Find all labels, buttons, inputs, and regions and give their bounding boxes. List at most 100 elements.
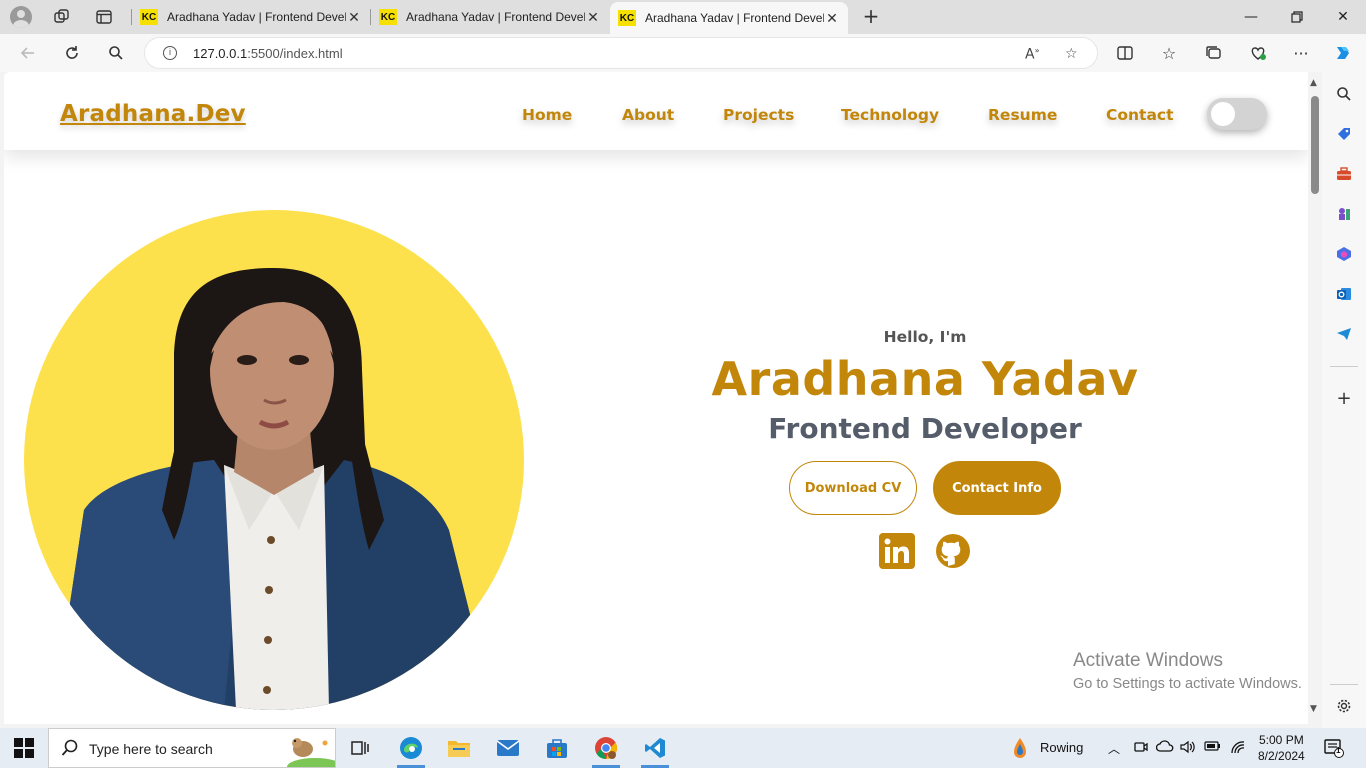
close-tab-icon[interactable]: ✕	[346, 9, 362, 26]
page-scrollbar[interactable]: ▲ ▼	[1308, 72, 1322, 724]
url-host: 127.0.0.1	[193, 46, 248, 61]
nav-link-about[interactable]: About	[622, 106, 674, 124]
github-icon[interactable]	[935, 533, 971, 569]
close-window-icon[interactable]: ✕	[1320, 0, 1366, 34]
back-icon[interactable]	[17, 42, 39, 64]
favorites-icon[interactable]: ☆	[1158, 42, 1180, 64]
refresh-icon[interactable]	[61, 42, 83, 64]
minimize-icon[interactable]: —	[1228, 0, 1274, 34]
more-options-icon[interactable]: ···	[1290, 42, 1312, 64]
contact-info-button[interactable]: Contact Info	[933, 461, 1061, 515]
url-path: :5500/index.html	[247, 46, 343, 61]
hero-buttons: Download CV Contact Info	[624, 461, 1226, 515]
tab-title: Aradhana Yadav | Frontend Developer	[406, 10, 585, 24]
page-viewport: Aradhana.Dev Home About Projects Technol…	[4, 72, 1308, 724]
greeting-text: Hello, I'm	[883, 328, 967, 346]
scrollbar-thumb[interactable]	[1311, 96, 1319, 194]
edge-browser-icon[interactable]	[397, 734, 425, 768]
telegram-send-icon[interactable]	[1334, 324, 1354, 344]
restore-icon[interactable]	[1274, 0, 1320, 34]
chrome-icon[interactable]	[592, 734, 620, 768]
tab-title: Aradhana Yadav | Frontend Developer	[645, 11, 824, 25]
site-info-icon[interactable]: i	[163, 46, 177, 60]
windows-start-icon[interactable]	[14, 738, 34, 758]
nav-link-resume[interactable]: Resume	[988, 106, 1057, 124]
linkedin-icon[interactable]	[879, 533, 915, 569]
theme-toggle[interactable]	[1207, 98, 1267, 130]
notification-center-icon[interactable]: 1	[1324, 738, 1344, 761]
collections-icon[interactable]	[1202, 42, 1224, 64]
search-icon[interactable]	[105, 42, 127, 64]
show-hidden-icons-icon[interactable]: ︿	[1108, 740, 1120, 757]
edge-sidebar: +	[1322, 72, 1366, 728]
browser-tab[interactable]: KC Aradhana Yadav | Frontend Developer ✕	[132, 0, 370, 34]
profile-photo-illustration	[54, 268, 474, 710]
read-aloud-icon[interactable]: A»	[1025, 46, 1039, 63]
games-icon[interactable]	[1334, 204, 1354, 224]
browser-essentials-icon[interactable]	[1247, 42, 1269, 64]
network-icon[interactable]	[1230, 740, 1246, 757]
hero-role: Frontend Developer	[768, 412, 1082, 445]
close-tab-icon[interactable]: ✕	[824, 10, 840, 27]
meet-now-icon[interactable]	[1134, 740, 1148, 757]
windows-taskbar: Type here to search Rowing ︿ 5:00 PM 8/2…	[0, 728, 1366, 768]
sidebar-search-icon[interactable]	[1334, 84, 1354, 104]
social-links	[624, 533, 1226, 569]
toggle-knob	[1211, 102, 1235, 126]
battery-icon[interactable]	[1204, 740, 1222, 755]
site-header: Aradhana.Dev Home About Projects Technol…	[4, 72, 1308, 150]
outlook-icon[interactable]	[1334, 284, 1354, 304]
split-screen-icon[interactable]	[1114, 42, 1136, 64]
hero-name: Aradhana Yadav	[711, 352, 1139, 406]
nav-link-projects[interactable]: Projects	[723, 106, 794, 124]
clock-date: 8/2/2024	[1258, 749, 1305, 763]
weather-rowing-icon[interactable]	[1006, 734, 1034, 762]
profile-photo	[24, 210, 524, 710]
vscode-icon[interactable]	[641, 734, 669, 768]
nav-link-technology[interactable]: Technology	[841, 106, 939, 124]
address-bar[interactable]: i 127.0.0.1:5500/index.html A» ☆	[144, 37, 1098, 69]
workspaces-icon[interactable]	[53, 8, 71, 26]
nav-link-home[interactable]: Home	[522, 106, 572, 124]
onedrive-cloud-icon[interactable]	[1155, 740, 1174, 755]
sidebar-settings-gear-icon[interactable]	[1334, 696, 1354, 716]
browser-toolbar: i 127.0.0.1:5500/index.html A» ☆ ☆ ···	[0, 34, 1366, 72]
mail-icon[interactable]	[494, 734, 522, 762]
microsoft-365-icon[interactable]	[1334, 244, 1354, 264]
volume-icon[interactable]	[1180, 740, 1196, 757]
browser-tab-strip: KC Aradhana Yadav | Frontend Developer ✕…	[0, 0, 1366, 34]
tab-actions-icon[interactable]	[95, 8, 113, 26]
taskbar-search[interactable]: Type here to search	[48, 728, 336, 768]
url-text[interactable]: 127.0.0.1:5500/index.html	[193, 46, 343, 61]
browser-tab-active[interactable]: KC Aradhana Yadav | Frontend Developer ✕	[610, 2, 848, 34]
system-clock[interactable]: 5:00 PM 8/2/2024	[1258, 732, 1305, 764]
file-explorer-icon[interactable]	[445, 734, 473, 762]
taskbar-search-icon	[61, 739, 78, 756]
close-tab-icon[interactable]: ✕	[585, 9, 601, 26]
new-tab-icon[interactable]: +	[860, 6, 882, 28]
copilot-icon[interactable]	[1332, 42, 1354, 64]
favorite-star-icon[interactable]: ☆	[1065, 46, 1078, 62]
sidebar-divider	[1330, 684, 1358, 685]
scroll-down-icon[interactable]: ▼	[1310, 704, 1317, 714]
nav-link-contact[interactable]: Contact	[1106, 106, 1174, 124]
taskbar-search-placeholder: Type here to search	[89, 741, 213, 757]
weather-text[interactable]: Rowing	[1040, 740, 1083, 755]
microsoft-store-icon[interactable]	[543, 734, 571, 762]
activate-windows-watermark: Activate Windows Go to Settings to activ…	[1073, 650, 1302, 692]
tools-briefcase-icon[interactable]	[1334, 164, 1354, 184]
site-logo[interactable]: Aradhana.Dev	[60, 101, 246, 127]
task-view-icon[interactable]	[346, 734, 374, 762]
hero-intro: Hello, I'm Aradhana Yadav Frontend Devel…	[624, 328, 1226, 569]
profile-icon[interactable]	[10, 6, 32, 28]
clock-time: 5:00 PM	[1259, 733, 1304, 747]
download-cv-button[interactable]: Download CV	[789, 461, 917, 515]
kc-favicon-icon: KC	[379, 9, 397, 25]
add-sidebar-app-icon[interactable]: +	[1334, 388, 1354, 409]
browser-tab[interactable]: KC Aradhana Yadav | Frontend Developer ✕	[371, 0, 609, 34]
scroll-up-icon[interactable]: ▲	[1310, 78, 1317, 88]
tab-title: Aradhana Yadav | Frontend Developer	[167, 10, 346, 24]
notification-count: 1	[1336, 746, 1341, 755]
shopping-tag-icon[interactable]	[1334, 124, 1354, 144]
search-highlight-illustration	[287, 738, 335, 767]
